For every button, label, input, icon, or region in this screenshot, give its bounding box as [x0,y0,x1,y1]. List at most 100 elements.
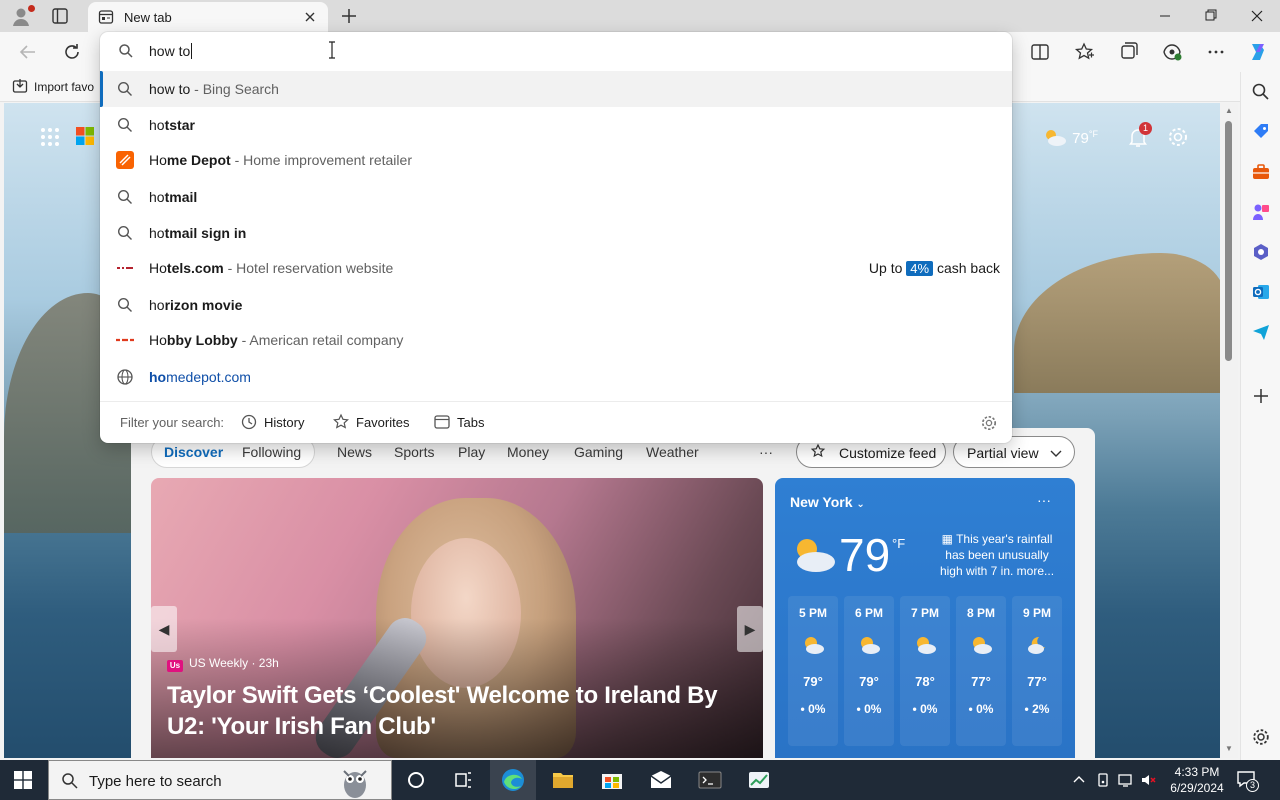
suggestion-item[interactable]: homedepot.com [100,359,1012,395]
customize-feed-label: Customize feed [839,445,937,461]
favorites-star-icon[interactable] [1072,40,1096,64]
suggestion-text: Hobby Lobby - American retail company [149,332,403,348]
weather-alert[interactable]: ▦ This year's rainfall has been unusuall… [935,531,1059,579]
chevron-up-icon[interactable] [1070,771,1088,789]
import-favorites-button[interactable]: Import favo [12,78,94,94]
rain-icon: ▦ [941,532,957,546]
scroll-down-arrow[interactable]: ▼ [1224,745,1234,753]
close-tab-icon[interactable] [302,9,318,25]
new-tab-button[interactable] [338,5,360,27]
tools-briefcase-icon[interactable] [1251,162,1271,182]
outlook-icon[interactable] [1251,282,1271,302]
sidebar [1240,72,1280,760]
hourly-item: 8 PM 77° • 0% [956,596,1006,746]
device-icon[interactable] [1094,771,1112,789]
tab-following[interactable]: Following [242,444,301,460]
suggestion-match: Ho [149,152,167,168]
edge-browser-icon[interactable] [490,760,536,800]
search-icon[interactable] [1251,82,1271,102]
restore-button[interactable] [1188,4,1234,28]
network-icon[interactable] [1117,771,1135,789]
taskbar-search-box[interactable]: Type here to search [48,760,392,800]
suggestion-item[interactable]: hotmail [100,179,1012,215]
address-bar-value[interactable]: how to [149,43,193,59]
terminal-icon[interactable] [687,760,733,800]
microsoft-365-icon[interactable] [1251,242,1271,262]
windows-start-icon[interactable] [14,771,32,789]
apps-launcher-icon[interactable] [40,127,60,147]
suggestion-item[interactable]: how to - Bing Search [100,71,1012,107]
weather-more-button[interactable]: ··· [1037,492,1051,508]
hotels-logo-icon [116,266,134,270]
volume-muted-icon[interactable] [1140,771,1158,789]
send-plane-icon[interactable] [1251,322,1271,342]
weather-alert-text: This year's rainfall has been unusually … [939,532,1055,578]
scrollbar-thumb[interactable] [1225,121,1232,361]
copilot-icon[interactable] [1246,40,1270,64]
mouse-ibeam-cursor-icon [329,41,335,59]
collections-icon[interactable] [1116,40,1140,64]
suggestion-item[interactable]: Hotels.com - Hotel reservation website U… [100,250,1012,286]
hourly-item: 5 PM 79° • 0% [788,596,838,746]
header-weather[interactable]: 79°F [1042,127,1098,147]
hour-time: 7 PM [910,606,939,620]
page-settings-gear-icon[interactable] [1166,125,1190,149]
tab-gaming[interactable]: Gaming [574,444,623,460]
suggestion-item[interactable]: Home Depot - Home improvement retailer [100,142,1012,178]
split-screen-icon[interactable] [1028,40,1052,64]
notifications-bell[interactable]: 1 [1126,122,1152,149]
address-bar-input[interactable]: how to [100,32,1012,70]
minimize-button[interactable] [1142,4,1188,28]
cashback-offer[interactable]: Up to 4% cash back [869,260,1000,276]
tab-news[interactable]: News [337,444,372,460]
shopping-tag-icon[interactable] [1251,122,1271,142]
page-scrollbar[interactable]: ▲ ▼ [1220,103,1238,758]
browser-essentials-icon[interactable] [1160,40,1184,64]
filter-favorites-button[interactable]: Favorites [332,413,409,431]
sidebar-settings-gear-icon[interactable] [1251,727,1271,747]
add-plus-icon[interactable] [1251,386,1271,406]
microsoft-store-icon[interactable] [589,760,635,800]
taskbar-search-placeholder: Type here to search [89,773,222,790]
games-icon[interactable] [1251,202,1271,222]
suggestion-description: - American retail company [237,332,404,348]
suggestion-item[interactable]: hotmail sign in [100,215,1012,251]
search-icon [117,225,132,240]
search-icon [117,189,132,204]
scroll-up-arrow[interactable]: ▲ [1224,107,1234,115]
hour-precip: • 0% [900,702,950,716]
mail-icon[interactable] [638,760,684,800]
action-center-button[interactable]: 3 [1236,770,1259,792]
article-headline[interactable]: Taylor Swift Gets ‘Coolest' Welcome to I… [167,680,757,742]
tab-weather[interactable]: Weather [646,444,699,460]
tab-new-tab[interactable]: New tab [88,2,328,32]
tab-money[interactable]: Money [507,444,549,460]
system-clock[interactable]: 4:33 PM 6/29/2024 [1164,764,1230,796]
filter-tabs-label: Tabs [457,415,485,430]
tab-sports[interactable]: Sports [394,444,434,460]
filter-history-button[interactable]: History [240,413,304,431]
more-options-icon[interactable] [1204,40,1228,64]
feed-more-button[interactable]: ··· [759,444,773,460]
suggestion-item[interactable]: Hobby Lobby - American retail company [100,322,1012,358]
weather-city[interactable]: New York ⌄ [790,494,865,510]
weather-card[interactable]: New York ⌄ ··· 79 °F ▦ This year's rainf… [775,478,1075,758]
file-explorer-icon[interactable] [540,760,586,800]
carousel-prev-button[interactable]: ◀ [151,606,177,652]
task-view-icon[interactable] [440,760,486,800]
tab-play[interactable]: Play [458,444,485,460]
search-settings-gear-icon[interactable] [980,414,998,432]
cortana-icon[interactable] [393,760,439,800]
refresh-icon[interactable] [60,40,84,64]
tab-discover[interactable]: Discover [164,444,223,460]
tab-actions-icon[interactable] [48,5,72,27]
back-arrow-icon[interactable] [16,40,40,64]
carousel-next-button[interactable]: ▶ [737,606,763,652]
suggestion-item[interactable]: hotstar [100,107,1012,143]
chart-app-icon[interactable] [736,760,782,800]
filter-tabs-button[interactable]: Tabs [433,413,484,431]
close-window-button[interactable] [1234,4,1280,28]
suggestion-item[interactable]: horizon movie [100,287,1012,323]
news-feed: Discover Following News Sports Play Mone… [131,428,1095,758]
hero-article[interactable]: ◀ ▶ Us US Weekly · 23h Taylor Swift Gets … [151,478,763,758]
